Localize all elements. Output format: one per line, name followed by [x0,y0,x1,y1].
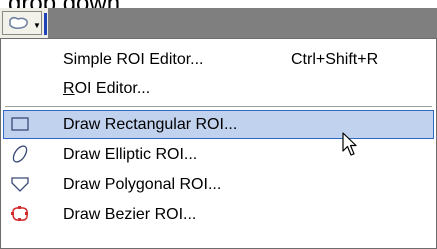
roi-dropdown-menu: Simple ROI Editor... Ctrl+Shift+R ROI Ed… [0,38,437,249]
toolbar-background [48,8,437,38]
ellipse-icon [12,145,28,163]
menu-item-label: Simple ROI Editor... [63,51,204,68]
roi-shape-icon [9,16,28,29]
menu-item-label: Draw Polygonal ROI... [63,176,222,193]
menu-item-simple-roi-editor[interactable]: Simple ROI Editor... Ctrl+Shift+R [3,45,434,74]
menu-item-draw-polygonal-roi[interactable]: Draw Polygonal ROI... [3,170,434,199]
roi-dropdown-button[interactable]: ▼ [2,11,42,35]
menu-item-roi-editor[interactable]: ROI Editor... [3,74,434,103]
menu-item-label: Draw Bezier ROI... [63,206,197,223]
menu-item-label-rest: OI Editor... [74,80,151,97]
menu-item-label: Draw Elliptic ROI... [63,146,198,163]
rectangle-icon [11,117,29,131]
dropdown-arrow-icon: ▼ [33,21,41,30]
mnemonic-letter: R [63,80,75,97]
menu-item-draw-bezier-roi[interactable]: Draw Bezier ROI... [3,200,434,229]
menu-item-draw-rectangular-roi[interactable]: Draw Rectangular ROI... [3,110,434,139]
menu-item-draw-elliptic-roi[interactable]: Draw Elliptic ROI... [3,140,434,169]
menu-separator [5,106,432,107]
menu-item-label: Draw Rectangular ROI... [63,116,238,133]
menu-item-shortcut: Ctrl+Shift+R [291,51,379,68]
polygon-icon [11,177,29,192]
toolbar: ▼ [0,8,437,38]
toolbar-separator [44,13,47,35]
bezier-icon [11,206,28,221]
menu-item-label: ROI Editor... [63,80,150,98]
mouse-pointer-icon [342,132,357,156]
